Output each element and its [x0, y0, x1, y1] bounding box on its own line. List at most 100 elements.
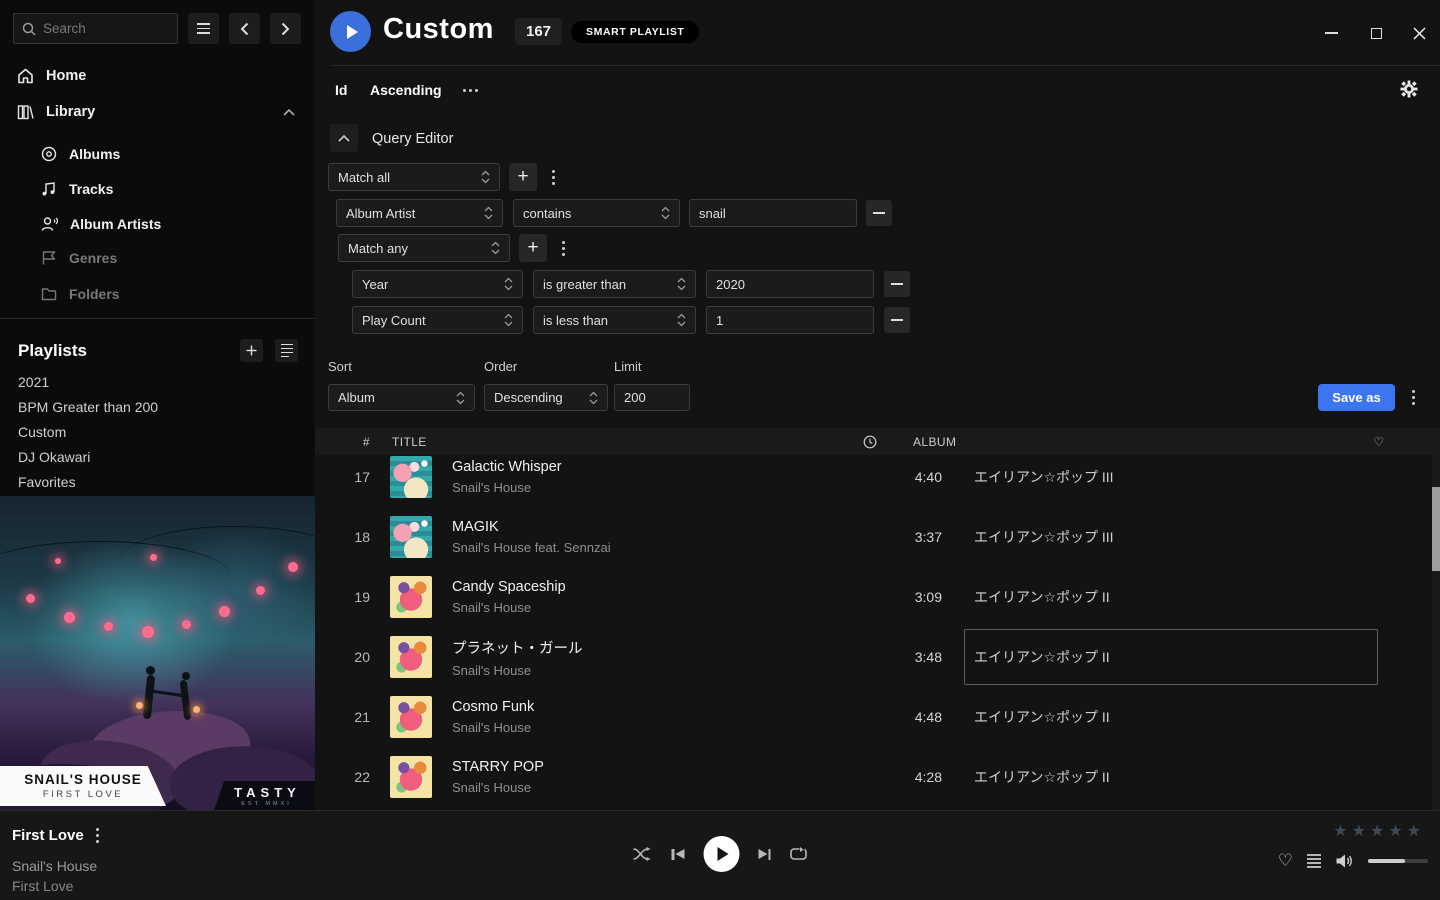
rule-value-input-1[interactable] [689, 199, 857, 227]
track-row[interactable]: 22 STARRY POPSnail's House 4:28 エイリアン☆ポッ… [315, 747, 1440, 807]
sidebar-item-library[interactable]: Library [0, 98, 315, 126]
volume-slider[interactable] [1368, 859, 1428, 863]
sort-direction-button[interactable]: Ascending [370, 82, 442, 98]
album-art-thumbnail [390, 756, 432, 798]
column-header-title[interactable]: TITLE [392, 435, 795, 449]
previous-button[interactable] [672, 849, 685, 860]
nav-back-button[interactable] [229, 13, 260, 44]
next-icon [758, 849, 771, 860]
rule-operator-select-3[interactable]: is less than [533, 306, 696, 334]
home-icon [17, 68, 34, 84]
sidebar-item-label: Genres [69, 250, 117, 266]
queue-button[interactable] [1307, 854, 1321, 868]
group-options-button-2[interactable] [555, 234, 571, 262]
sidebar-item-folders[interactable]: Folders [0, 280, 315, 308]
rule-field-select-1[interactable]: Album Artist [336, 199, 503, 227]
next-button[interactable] [758, 849, 771, 860]
sidebar-item-tracks[interactable]: Tracks [0, 175, 315, 203]
track-duration: 3:48 [855, 649, 942, 665]
track-row[interactable]: 19 Candy SpaceshipSnail's House 3:09 エイリ… [315, 567, 1440, 627]
now-playing-options-button[interactable] [96, 828, 99, 843]
column-header-index[interactable]: # [315, 435, 370, 449]
track-artist: Snail's House feat. Sennzai [452, 540, 855, 555]
artwork-artist: SNAIL'S HOUSE [24, 772, 141, 787]
select-updown-icon [491, 240, 500, 256]
remove-rule-button-3[interactable] [884, 307, 910, 333]
group-options-button-1[interactable] [545, 163, 561, 191]
playlist-item[interactable]: Favorites [18, 469, 288, 494]
track-row[interactable]: 17 Galactic WhisperSnail's House 4:40 エイ… [315, 455, 1440, 507]
sidebar-item-home[interactable]: Home [0, 62, 315, 90]
table-header: # TITLE ALBUM ♡ [315, 428, 1440, 455]
add-rule-button-2[interactable]: + [519, 234, 547, 262]
rule-value-input-3[interactable] [706, 306, 874, 334]
rule-field-select-3[interactable]: Play Count [352, 306, 523, 334]
scrollbar-track[interactable] [1432, 455, 1440, 810]
menu-button[interactable] [188, 13, 219, 44]
favorite-button[interactable]: ♡ [1278, 851, 1293, 871]
sort-select[interactable]: Album [328, 384, 475, 411]
play-pause-button[interactable] [703, 836, 739, 872]
track-album: エイリアン☆ポップ III [974, 467, 1114, 487]
add-playlist-button[interactable] [240, 339, 263, 362]
volume-icon[interactable] [1335, 853, 1354, 869]
star-icon[interactable]: ★ [1407, 823, 1425, 840]
track-row[interactable]: 20 プラネット・ガールSnail's House 3:48 エイリアン☆ポップ… [315, 627, 1440, 687]
smart-playlist-badge: SMART PLAYLIST [571, 21, 699, 43]
page-title: Custom [383, 13, 494, 46]
playlist-item[interactable]: Custom [18, 419, 288, 444]
sort-field-button[interactable]: Id [335, 82, 347, 98]
match-type-select-1[interactable]: Match all [328, 163, 500, 191]
star-icon[interactable]: ★ [1333, 823, 1351, 840]
playlist-item[interactable]: 2021 [18, 369, 288, 394]
column-header-duration[interactable] [795, 434, 882, 449]
rating-stars[interactable]: ★★★★★ [1333, 821, 1425, 841]
window-close-button[interactable] [1408, 22, 1430, 44]
remove-rule-button-1[interactable] [866, 200, 892, 226]
playlist-save-options-button[interactable] [1405, 384, 1421, 411]
order-select[interactable]: Descending [484, 384, 608, 411]
save-as-button[interactable]: Save as [1318, 384, 1395, 411]
window-maximize-button[interactable] [1365, 22, 1387, 44]
sidebar-item-genres[interactable]: Genres [0, 244, 315, 272]
settings-button[interactable] [1400, 80, 1418, 98]
collapse-chevron-icon[interactable] [283, 109, 295, 116]
select-updown-icon [484, 205, 493, 221]
limit-input[interactable] [614, 384, 690, 411]
playlist-list-button[interactable] [275, 339, 298, 362]
sidebar-item-albums[interactable]: Albums [0, 140, 315, 168]
window-minimize-button[interactable] [1320, 22, 1342, 44]
star-icon[interactable]: ★ [1352, 823, 1370, 840]
star-icon[interactable]: ★ [1370, 823, 1388, 840]
rule-operator-select-2[interactable]: is greater than [533, 270, 696, 298]
add-rule-button-1[interactable]: + [509, 163, 537, 191]
star-icon[interactable]: ★ [1388, 823, 1406, 840]
focused-album-cell[interactable]: エイリアン☆ポップ II [964, 629, 1378, 685]
query-editor-collapse-button[interactable] [330, 124, 358, 152]
play-playlist-button[interactable] [330, 11, 371, 52]
minus-icon [873, 212, 885, 214]
match-type-select-2[interactable]: Match any [338, 234, 510, 262]
column-header-album[interactable]: ALBUM [904, 435, 1318, 449]
remove-rule-button-2[interactable] [884, 271, 910, 297]
rule-value-input-2[interactable] [706, 270, 874, 298]
playlist-item[interactable]: BPM Greater than 200 [18, 394, 288, 419]
scrollbar-thumb[interactable] [1432, 487, 1440, 571]
rule-field-select-2[interactable]: Year [352, 270, 523, 298]
rule-operator-select-1[interactable]: contains [513, 199, 680, 227]
track-row[interactable]: 21 Cosmo FunkSnail's House 4:48 エイリアン☆ポッ… [315, 687, 1440, 747]
minus-icon [891, 319, 903, 321]
more-options-icon[interactable] [463, 89, 478, 92]
track-row[interactable]: 18 MAGIKSnail's House feat. Sennzai 3:37… [315, 507, 1440, 567]
now-playing-artwork[interactable]: SNAIL'S HOUSE FIRST LOVE TASTY EST MMXI [0, 496, 315, 810]
search-input[interactable] [43, 21, 169, 36]
repeat-button[interactable] [790, 847, 808, 861]
nav-forward-button[interactable] [270, 13, 301, 44]
sidebar-item-album-artists[interactable]: Album Artists [0, 210, 315, 238]
shuffle-button[interactable] [633, 847, 653, 861]
album-art-thumbnail [390, 636, 432, 678]
playlist-item[interactable]: DJ Okawari [18, 444, 288, 469]
track-album: エイリアン☆ポップ II [974, 707, 1110, 727]
track-duration: 4:28 [855, 769, 942, 785]
column-header-favorite[interactable]: ♡ [1318, 435, 1440, 449]
